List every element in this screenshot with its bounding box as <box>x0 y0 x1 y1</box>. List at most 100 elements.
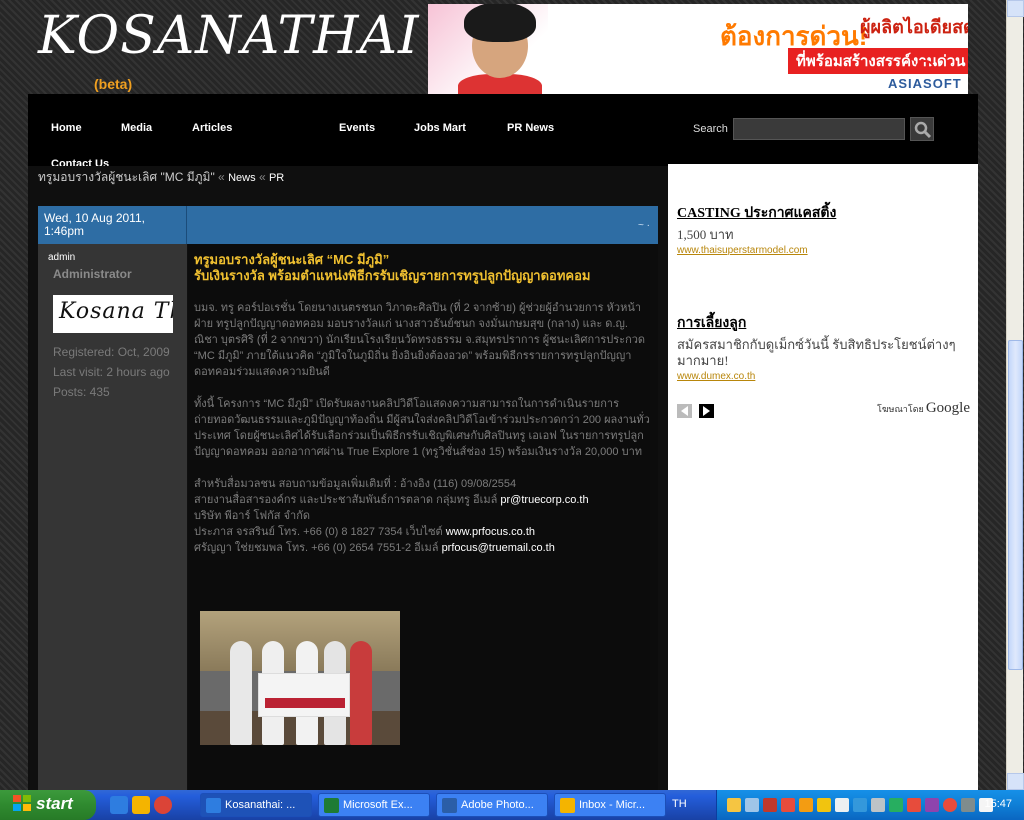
ad-text: 1,500 บาท <box>677 227 734 242</box>
contact-line: ประภาส จรสรินย์ โทร. +66 (0) 8 1827 7354… <box>194 526 535 538</box>
antivirus-icon[interactable] <box>781 798 795 812</box>
taskbar-button-excel[interactable]: Microsoft Ex... <box>318 793 430 817</box>
search-input[interactable] <box>733 118 905 140</box>
author-registered: Registered: Oct, 2009 <box>53 345 170 359</box>
contact-line: ศรัญญา ใช่ยชมพล โทร. +66 (0) 2654 7551-2… <box>194 542 555 554</box>
avatar-text: Kosana Thai <box>59 299 173 324</box>
main-content: ทรูมอบรางวัลผู้ชนะเลิศ "MC มีภูมิ" « New… <box>28 166 668 790</box>
display-icon[interactable] <box>961 798 975 812</box>
volume-icon[interactable] <box>871 798 885 812</box>
website-link[interactable]: www.prfocus.co.th <box>446 526 535 538</box>
author-panel: admin Administrator Kosana Thai Register… <box>38 244 187 790</box>
excel-icon <box>324 798 339 813</box>
post-photo[interactable] <box>200 611 400 745</box>
ad-navigation <box>677 400 716 419</box>
banner-person-hair <box>464 4 536 42</box>
ad-title[interactable]: CASTING ประกาศแคสติ้ง <box>677 202 972 224</box>
internet-explorer-icon[interactable] <box>110 796 128 814</box>
ad-url[interactable]: www.thaisuperstarmodel.com <box>677 245 972 256</box>
advertisement-banner[interactable]: ต้องการด่วน! ผู้ผลิตไอเดียสด ที่พร้อมสร้… <box>428 4 968 94</box>
vertical-scrollbar[interactable] <box>1006 0 1024 790</box>
breadcrumb-news-link[interactable]: News <box>228 172 256 184</box>
beta-label: (beta) <box>94 76 133 92</box>
banner-brand: ASIASOFT <box>888 76 962 91</box>
scroll-up-button[interactable] <box>1007 0 1024 17</box>
language-indicator[interactable]: TH <box>672 798 687 810</box>
post-title-line-2: รับเงินรางวัล พร้อมตำแหน่งพิธีกรรับเชิญร… <box>194 268 591 283</box>
taskbar-button-inbox[interactable]: Inbox - Micr... <box>554 793 666 817</box>
search-button[interactable] <box>910 117 934 141</box>
post-paragraph-2: ทั้งนี้ โครงการ “MC มีภูมิ” เปิดรับผลงาน… <box>194 398 650 458</box>
breadcrumb: ทรูมอบรางวัลผู้ชนะเลิศ "MC มีภูมิ" « New… <box>38 168 284 187</box>
start-label: start <box>36 794 73 813</box>
author-name[interactable]: admin <box>48 252 177 263</box>
breadcrumb-separator: « <box>258 170 266 184</box>
author-last-visit: Last visit: 2 hours ago <box>53 365 170 379</box>
clock[interactable]: 15:47 <box>984 798 1012 810</box>
nav-events[interactable]: Events <box>339 122 375 134</box>
scroll-down-button[interactable] <box>1007 773 1024 790</box>
contact-line: บริษัท พีอาร์ โฟกัส จำกัด <box>194 510 310 522</box>
ad-url[interactable]: www.dumex.co.th <box>677 371 972 382</box>
ad-item[interactable]: การเลี้ยงลูก สมัครสมาชิกกับดูเม็กซ์วันนี… <box>677 312 972 382</box>
ads-by-label: โฆษณาโดย <box>877 404 924 414</box>
security-icon[interactable] <box>907 798 921 812</box>
nav-jobs-mart[interactable]: Jobs Mart <box>414 122 466 134</box>
post-body: ทรูมอบรางวัลผู้ชนะเลิศ “MC มีภูมิ” รับเง… <box>188 244 658 790</box>
opera-icon[interactable] <box>943 798 957 812</box>
contact-line: สำหรับสื่อมวลชน สอบถามข้อมูลเพิ่มเติมที่… <box>194 478 517 490</box>
messenger-icon[interactable] <box>799 798 813 812</box>
taskbar-button-kosanathai[interactable]: Kosanathai: ... <box>200 793 312 817</box>
chrome-icon[interactable] <box>154 796 172 814</box>
post-date: Wed, 10 Aug 2011, 1:46pm <box>38 206 187 244</box>
search-label: Search <box>693 123 728 135</box>
system-tray: 15:47 <box>716 790 1024 820</box>
nav-media[interactable]: Media <box>121 122 152 134</box>
avatar: Kosana Thai <box>53 295 173 333</box>
ad-prev-button[interactable] <box>677 403 692 418</box>
ad-title[interactable]: การเลี้ยงลูก <box>677 312 972 334</box>
post-paragraph-1: บมจ. ทรู คอร์ปอเรชั่น โดยนางเนตรชนก วิภา… <box>194 302 646 378</box>
nav-home[interactable]: Home <box>51 122 82 134</box>
mail-icon[interactable] <box>727 798 741 812</box>
network-icon[interactable] <box>745 798 759 812</box>
breadcrumb-title: ทรูมอบรางวัลผู้ชนะเลิศ "MC มีภูมิ" <box>38 170 215 184</box>
scroll-thumb[interactable] <box>1008 340 1023 670</box>
nav-pr-news[interactable]: PR News <box>507 122 554 134</box>
taskbar-button-photoshop[interactable]: Adobe Photo... <box>436 793 548 817</box>
photo-person <box>230 641 252 745</box>
start-button[interactable]: start <box>0 790 96 820</box>
ad-next-button[interactable] <box>699 403 715 418</box>
app-icon[interactable] <box>925 798 939 812</box>
post-title-line-1: ทรูมอบรางวัลผู้ชนะเลิศ “MC มีภูมิ” <box>194 252 390 267</box>
author-posts: Posts: 435 <box>53 385 110 399</box>
ads-by-google[interactable]: โฆษณาโดย Google <box>877 400 970 417</box>
bluetooth-icon[interactable] <box>853 798 867 812</box>
ad-text: สมัครสมาชิกกับดูเม็กซ์วันนี้ รับสิทธิประ… <box>677 337 956 368</box>
site-logo[interactable]: KOSANATHAI (beta) <box>38 2 420 92</box>
breadcrumb-pr-link[interactable]: PR <box>269 172 284 184</box>
update-icon[interactable] <box>889 798 903 812</box>
ad-sidebar: CASTING ประกาศแคสติ้ง 1,500 บาท www.thai… <box>668 164 978 790</box>
banner-subtext: ที่พร้อมสร้างสรรค์งานด่วน <box>788 48 968 74</box>
shield-icon[interactable] <box>817 798 831 812</box>
outlook-icon <box>560 798 575 813</box>
acrobat-icon[interactable] <box>763 798 777 812</box>
photo-award-board <box>258 673 350 717</box>
photo-person <box>350 641 372 745</box>
site-logo-text: KOSANATHAI <box>38 6 420 66</box>
photoshop-icon <box>442 798 457 813</box>
contact-line: สายงานสื่อสารองค์กร และประชาสัมพันธ์การต… <box>194 494 589 506</box>
email-link[interactable]: pr@truecorp.co.th <box>500 494 588 506</box>
asiasoft-logo-icon <box>916 60 934 74</box>
email-link[interactable]: prfocus@truemail.co.th <box>442 542 555 554</box>
outlook-icon[interactable] <box>132 796 150 814</box>
nav-articles[interactable]: Articles <box>192 122 232 134</box>
chevron-right-icon <box>703 405 711 416</box>
ad-item[interactable]: CASTING ประกาศแคสติ้ง 1,500 บาท www.thai… <box>677 202 972 256</box>
author-role: Administrator <box>53 267 132 281</box>
main-navigation: Home Media Articles Events Jobs Mart PR … <box>28 94 978 170</box>
post-contacts: สำหรับสื่อมวลชน สอบถามข้อมูลเพิ่มเติมที่… <box>194 476 652 556</box>
user-icon[interactable] <box>835 798 849 812</box>
post-controls[interactable]: ~ · <box>638 220 650 231</box>
